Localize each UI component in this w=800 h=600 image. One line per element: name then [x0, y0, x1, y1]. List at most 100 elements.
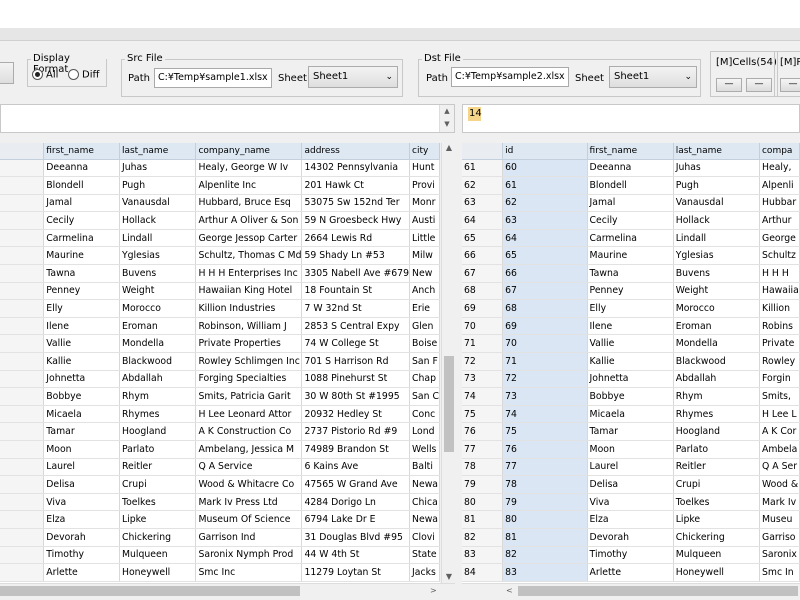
- table-row[interactable]: Johnetta Abdallah Forging Specialties 1088 …: [0, 370, 440, 389]
- table-cell[interactable]: 77: [502, 458, 588, 477]
- table-cell[interactable]: Smc Inc: [195, 563, 303, 582]
- table-cell[interactable]: Juhas: [119, 159, 197, 178]
- table-cell[interactable]: Garrison Ind: [195, 528, 303, 547]
- table-cell[interactable]: Timothy: [587, 546, 674, 565]
- column-header[interactable]: first_name: [43, 143, 120, 160]
- row-header[interactable]: 65: [462, 229, 504, 248]
- table-row[interactable]: Elly Morocco Killion Industries 7 W 32nd St…: [0, 299, 440, 318]
- table-cell[interactable]: 20932 Hedley St: [301, 405, 411, 424]
- row-header[interactable]: 84: [462, 563, 504, 582]
- table-cell[interactable]: Hawaiia: [759, 282, 800, 301]
- table-cell[interactable]: 70: [502, 334, 588, 354]
- table-cell[interactable]: Vallie: [43, 334, 120, 354]
- table-cell[interactable]: 76: [502, 440, 588, 459]
- table-cell[interactable]: Milw: [409, 246, 440, 266]
- dst-sheet-select[interactable]: Sheet1 ⌄: [609, 66, 697, 88]
- table-cell[interactable]: 18 Fountain St: [301, 282, 411, 301]
- table-cell[interactable]: Tawna: [43, 264, 120, 283]
- table-cell[interactable]: 2853 S Central Expy: [301, 317, 411, 336]
- table-row[interactable]: Blondell Pugh Alpenlite Inc 201 Hawk Ct Prov…: [0, 176, 440, 195]
- src-vertical-scrollbar[interactable]: ▲ ▼: [441, 143, 456, 583]
- table-cell[interactable]: New: [409, 264, 440, 283]
- table-cell[interactable]: Parlato: [673, 440, 760, 459]
- table-cell[interactable]: Private Properties: [195, 334, 303, 354]
- left-cell-editor[interactable]: ▲ ▼: [0, 104, 455, 133]
- column-header[interactable]: company_name: [195, 143, 303, 160]
- table-row[interactable]: Delisa Crupi Wood & Whitacre Co 47565 W Gra…: [0, 475, 440, 494]
- table-cell[interactable]: State: [409, 546, 440, 565]
- row-header[interactable]: 76: [462, 422, 504, 441]
- table-cell[interactable]: Mondella: [119, 334, 197, 354]
- table-cell[interactable]: Eroman: [119, 317, 197, 336]
- column-header[interactable]: last_name: [119, 143, 197, 160]
- table-cell[interactable]: Museum Of Science: [195, 510, 303, 529]
- table-row[interactable]: Arlette Honeywell Smc Inc 11279 Loytan St Ja…: [0, 563, 440, 582]
- table-row[interactable]: Tawna Buvens H H H Enterprises Inc 3305 Nab…: [0, 264, 440, 283]
- table-cell[interactable]: Deeanna: [587, 159, 674, 178]
- table-cell[interactable]: Timothy: [43, 546, 120, 565]
- row-header[interactable]: [0, 475, 45, 494]
- table-cell[interactable]: Abdallah: [673, 370, 760, 389]
- table-cell[interactable]: 78: [502, 475, 588, 494]
- table-cell[interactable]: 1088 Pinehurst St: [301, 370, 411, 389]
- dst-horizontal-scrollbar[interactable]: <: [462, 583, 800, 598]
- table-cell[interactable]: Mark Iv: [759, 493, 800, 512]
- table-cell[interactable]: Q A Service: [195, 458, 303, 477]
- dst-grid[interactable]: id first_name last_name compa 61 60 Deeanna Juh…: [462, 143, 800, 583]
- row-header[interactable]: 82: [462, 528, 504, 547]
- table-cell[interactable]: Devorah: [43, 528, 120, 547]
- radio-diff[interactable]: Diff: [68, 69, 99, 81]
- table-cell[interactable]: Smits, Patricia Garit: [195, 387, 303, 406]
- table-row[interactable]: Cecily Hollack Arthur A Oliver & Son 59 N G…: [0, 211, 440, 230]
- scroll-right-icon[interactable]: >: [430, 584, 437, 598]
- table-cell[interactable]: Wood & Whitacre Co: [195, 475, 303, 494]
- table-row[interactable]: 69 68 Elly Morocco Killion: [462, 299, 800, 318]
- table-cell[interactable]: 4284 Dorigo Ln: [301, 493, 411, 512]
- table-cell[interactable]: A K Cor: [759, 422, 800, 441]
- column-header[interactable]: [462, 143, 504, 160]
- row-header[interactable]: 68: [462, 282, 504, 301]
- table-cell[interactable]: Wells: [409, 440, 440, 459]
- table-cell[interactable]: 11279 Loytan St: [301, 563, 411, 582]
- table-cell[interactable]: Kallie: [43, 352, 120, 371]
- row-header[interactable]: [0, 299, 45, 318]
- table-cell[interactable]: 701 S Harrison Rd: [301, 352, 411, 371]
- column-header[interactable]: first_name: [587, 143, 674, 160]
- table-cell[interactable]: Delisa: [43, 475, 120, 494]
- table-cell[interactable]: 201 Hawk Ct: [301, 176, 411, 195]
- row-header[interactable]: 62: [462, 176, 504, 195]
- row-header[interactable]: [0, 546, 45, 565]
- table-cell[interactable]: Hollack: [673, 211, 760, 230]
- table-cell[interactable]: 68: [502, 299, 588, 318]
- table-cell[interactable]: Elza: [43, 510, 120, 529]
- table-cell[interactable]: Devorah: [587, 528, 674, 547]
- table-cell[interactable]: Elly: [43, 299, 120, 318]
- table-cell[interactable]: Mulqueen: [673, 546, 760, 565]
- table-row[interactable]: 74 73 Bobbye Rhym Smits,: [462, 387, 800, 406]
- table-cell[interactable]: Blondell: [43, 176, 120, 195]
- table-cell[interactable]: Schultz: [759, 246, 800, 266]
- table-cell[interactable]: 79: [502, 493, 588, 512]
- table-cell[interactable]: 59 N Groesbeck Hwy: [301, 211, 411, 230]
- table-cell[interactable]: Maurine: [43, 246, 120, 266]
- table-cell[interactable]: Provi: [409, 176, 440, 195]
- row-header[interactable]: [0, 370, 45, 389]
- column-header[interactable]: compa: [759, 143, 800, 160]
- table-cell[interactable]: Pugh: [673, 176, 760, 195]
- table-row[interactable]: 70 69 Ilene Eroman Robins: [462, 317, 800, 336]
- table-cell[interactable]: 66: [502, 264, 588, 283]
- column-header[interactable]: address: [301, 143, 411, 160]
- row-header[interactable]: [0, 211, 45, 230]
- table-cell[interactable]: 44 W 4th St: [301, 546, 411, 565]
- table-row[interactable]: Elza Lipke Museum Of Science 6794 Lake Dr E…: [0, 510, 440, 529]
- row-header[interactable]: 67: [462, 264, 504, 283]
- row-header[interactable]: [0, 317, 45, 336]
- table-cell[interactable]: Monr: [409, 194, 440, 213]
- table-cell[interactable]: Buvens: [673, 264, 760, 283]
- table-cell[interactable]: Saronix: [759, 546, 800, 565]
- scroll-down-icon[interactable]: ▼: [440, 118, 454, 131]
- table-cell[interactable]: Newa: [409, 475, 440, 494]
- table-cell[interactable]: Lond: [409, 422, 440, 441]
- table-cell[interactable]: Rhymes: [673, 405, 760, 424]
- table-row[interactable]: Timothy Mulqueen Saronix Nymph Prod 44 W 4t…: [0, 546, 440, 565]
